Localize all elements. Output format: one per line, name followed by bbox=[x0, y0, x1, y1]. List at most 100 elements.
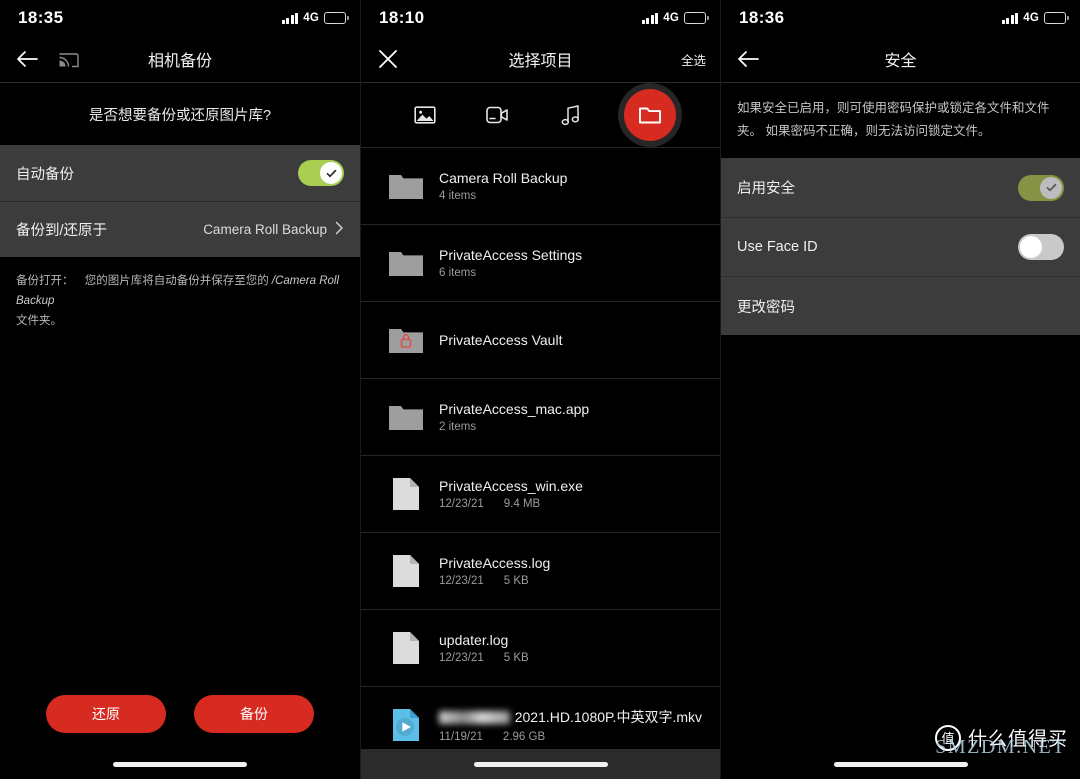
enable-security-label: 启用安全 bbox=[737, 181, 795, 197]
panel-select-items: 18:10 4G 选择项目 全选 Camera Roll Backup 4 it… bbox=[360, 0, 720, 779]
file-size: 5 KB bbox=[503, 575, 529, 587]
status-time: 18:36 bbox=[739, 8, 785, 27]
battery-icon bbox=[1044, 12, 1069, 24]
cast-icon[interactable] bbox=[56, 46, 82, 72]
enable-security-row[interactable]: 启用安全 bbox=[721, 158, 1080, 217]
home-indicator[interactable] bbox=[113, 762, 247, 767]
backup-note-prefix: 备份打开： bbox=[16, 275, 74, 287]
panel-security: 18:36 4G 安全 如果安全已启用，则可使用密码保护或锁定各文件和文件夹。 … bbox=[720, 0, 1080, 779]
change-password-row[interactable]: 更改密码 bbox=[721, 276, 1080, 335]
auto-backup-row[interactable]: 自动备份 bbox=[0, 145, 360, 201]
file-name: PrivateAccess.log bbox=[439, 555, 551, 571]
backup-destination-value: Camera Roll Backup bbox=[203, 222, 327, 237]
backup-question: 是否想要备份或还原图片库? bbox=[88, 107, 272, 124]
change-password-label: 更改密码 bbox=[737, 299, 795, 316]
file-meta-1: 2 items bbox=[439, 421, 477, 433]
battery-icon bbox=[324, 12, 349, 24]
tab-images[interactable] bbox=[405, 95, 445, 135]
folder-icon bbox=[383, 249, 429, 278]
backup-note-body: 您的图片库将自动备份并保存至您的 bbox=[84, 275, 272, 287]
media-type-tabs bbox=[361, 83, 720, 147]
file-name: PrivateAccess_mac.app bbox=[439, 401, 590, 417]
list-item[interactable]: PrivateAccess Settings 6 items bbox=[361, 225, 720, 302]
list-item[interactable]: PrivateAccess_win.exe 12/23/21 9.4 MB bbox=[361, 456, 720, 533]
app-bar: 安全 bbox=[721, 36, 1080, 82]
list-item[interactable]: PrivateAccess_mac.app 2 items bbox=[361, 379, 720, 456]
home-indicator[interactable] bbox=[833, 762, 968, 767]
toggle-knob bbox=[1020, 236, 1042, 258]
list-item[interactable]: Camera Roll Backup 4 items bbox=[361, 148, 720, 225]
file-name-visible: 2021.HD.1080P.中英双字.mkv bbox=[514, 709, 702, 725]
file-meta-1: 4 items bbox=[439, 190, 477, 202]
tab-files[interactable] bbox=[623, 89, 676, 141]
file-name: updater.log bbox=[439, 632, 509, 648]
check-icon bbox=[1040, 176, 1062, 199]
restore-button[interactable]: 还原 bbox=[46, 695, 166, 733]
signal-bars-icon bbox=[641, 12, 659, 24]
status-bar: 18:36 4G bbox=[721, 0, 1080, 36]
file-list: Camera Roll Backup 4 items PrivateAccess… bbox=[361, 147, 720, 764]
document-icon bbox=[383, 477, 429, 511]
file-meta-1: 6 items bbox=[439, 267, 477, 279]
folder-icon bbox=[383, 403, 429, 432]
backup-destination-row[interactable]: 备份到/还原于 Camera Roll Backup bbox=[0, 201, 360, 257]
backup-note: 备份打开： 您的图片库将自动备份并保存至您的 /Camera Roll Back… bbox=[0, 257, 360, 331]
list-item[interactable]: PrivateAccess Vault bbox=[361, 302, 720, 379]
file-date: 12/23/21 bbox=[439, 575, 484, 587]
use-face-id-toggle[interactable] bbox=[1018, 234, 1064, 260]
folder-icon bbox=[383, 172, 429, 201]
file-name: 2021.HD.1080P.中英双字.mkv bbox=[439, 707, 702, 727]
app-bar: 选择项目 全选 bbox=[361, 36, 720, 82]
status-bar: 18:10 4G bbox=[361, 0, 720, 36]
close-icon[interactable] bbox=[375, 46, 401, 72]
backup-note-suffix: 文件夹。 bbox=[16, 315, 62, 328]
file-size: 5 KB bbox=[503, 652, 529, 664]
file-size: 9.4 MB bbox=[503, 498, 541, 510]
document-icon bbox=[383, 631, 429, 665]
auto-backup-toggle[interactable] bbox=[298, 160, 344, 186]
battery-icon bbox=[684, 12, 709, 24]
action-buttons: 还原 备份 bbox=[0, 695, 360, 733]
folder-locked-icon bbox=[383, 326, 429, 355]
tab-music[interactable] bbox=[551, 95, 591, 135]
backup-button[interactable]: 备份 bbox=[194, 695, 314, 733]
backup-destination-label: 备份到/还原于 bbox=[16, 223, 108, 239]
use-face-id-row[interactable]: Use Face ID bbox=[721, 217, 1080, 276]
file-date: 12/23/21 bbox=[439, 652, 484, 664]
select-all-button[interactable]: 全选 bbox=[681, 50, 706, 69]
network-type-label: 4G bbox=[663, 12, 679, 24]
tab-videos[interactable] bbox=[478, 95, 518, 135]
page-title: 选择项目 bbox=[508, 53, 573, 70]
enable-security-toggle[interactable] bbox=[1018, 174, 1064, 201]
signal-bars-icon bbox=[1001, 12, 1019, 24]
signal-bars-icon bbox=[281, 12, 299, 24]
file-name: PrivateAccess Settings bbox=[439, 247, 583, 263]
status-bar: 18:35 4G bbox=[0, 0, 360, 36]
auto-backup-label: 自动备份 bbox=[16, 166, 74, 183]
home-indicator[interactable] bbox=[473, 762, 608, 767]
list-item[interactable]: updater.log 12/23/21 5 KB bbox=[361, 610, 720, 687]
page-title: 安全 bbox=[884, 53, 917, 70]
file-date: 12/23/21 bbox=[439, 498, 484, 510]
file-name: PrivateAccess Vault bbox=[439, 332, 563, 348]
network-type-label: 4G bbox=[303, 12, 319, 24]
file-size: 2.96 GB bbox=[502, 731, 546, 743]
network-type-label: 4G bbox=[1023, 12, 1039, 24]
back-arrow-icon[interactable] bbox=[14, 46, 40, 72]
security-description: 如果安全已启用，则可使用密码保护或锁定各文件和文件夹。 如果密码不正确，则无法访… bbox=[737, 101, 1050, 138]
list-item[interactable]: PrivateAccess.log 12/23/21 5 KB bbox=[361, 533, 720, 610]
use-face-id-label: Use Face ID bbox=[737, 239, 818, 255]
status-time: 18:35 bbox=[18, 8, 64, 27]
video-file-icon bbox=[383, 708, 429, 742]
redacted-filename-block bbox=[439, 710, 510, 724]
app-bar: 相机备份 bbox=[0, 36, 360, 82]
file-date: 11/19/21 bbox=[439, 731, 483, 743]
back-arrow-icon[interactable] bbox=[735, 46, 761, 72]
three-panel-screenshot: 18:35 4G 相机备份 是否想要备份或还原图片库? 自动备份 备份到/还原于… bbox=[0, 0, 1080, 779]
file-name: Camera Roll Backup bbox=[439, 170, 568, 186]
document-icon bbox=[383, 554, 429, 588]
chevron-right-icon bbox=[335, 221, 344, 238]
status-time: 18:10 bbox=[379, 8, 425, 27]
check-icon bbox=[320, 162, 342, 184]
file-name: PrivateAccess_win.exe bbox=[439, 478, 583, 494]
